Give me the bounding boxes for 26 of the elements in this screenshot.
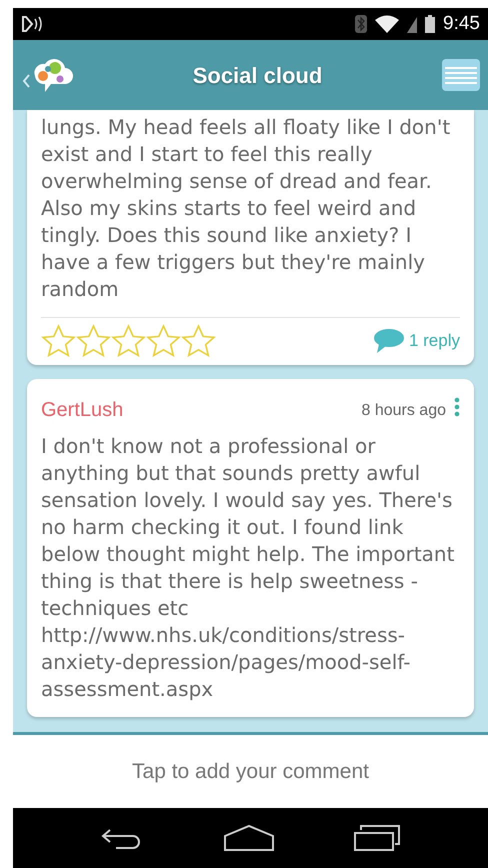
star-icon[interactable] bbox=[181, 324, 216, 357]
post-text: lungs. My head feels all floaty like I don't exist and I start to feel this really overwhelming sense of dread and fear. Also my skins starts to feel weird and tingly. Does this sound like anxiety? I have a few triggers but they're mainly random bbox=[41, 114, 452, 303]
cast-icon bbox=[21, 15, 43, 33]
author-name[interactable]: GertLush bbox=[41, 395, 124, 425]
menu-button[interactable] bbox=[442, 59, 480, 91]
more-options-button[interactable] bbox=[454, 395, 460, 419]
star-icon[interactable] bbox=[41, 324, 76, 357]
signal-icon bbox=[407, 15, 418, 33]
battery-icon bbox=[425, 15, 436, 33]
star-icon[interactable] bbox=[76, 324, 111, 357]
bluetooth-icon bbox=[355, 15, 368, 33]
comment-field[interactable]: Tap to add your comment bbox=[29, 754, 472, 788]
home-button[interactable] bbox=[223, 824, 276, 852]
post-time: 8 hours ago bbox=[361, 401, 446, 421]
star-icon[interactable] bbox=[146, 324, 181, 357]
star-rating[interactable] bbox=[41, 324, 216, 357]
recent-apps-button[interactable] bbox=[353, 824, 402, 852]
clock-time: 9:45 bbox=[443, 12, 480, 36]
app-logo-icon bbox=[21, 56, 73, 94]
back-button[interactable] bbox=[21, 56, 73, 94]
star-icon[interactable] bbox=[111, 324, 146, 357]
post-text: I don't know not a professional or anything but that sounds pretty awful sensation lovely. I would say yes. There's no harm checking it out. I found link below thought might help. The important thing is that there is help sweetness - techniques etc http://www.nhs.uk/conditions/stress-anxiety-depression/pages/mood-self-assessment.aspx bbox=[41, 433, 456, 703]
replies-link[interactable]: 1 reply bbox=[372, 328, 460, 354]
screen-title: Social cloud bbox=[192, 62, 322, 90]
wifi-icon bbox=[375, 15, 400, 33]
speech-bubble-icon bbox=[372, 328, 405, 354]
